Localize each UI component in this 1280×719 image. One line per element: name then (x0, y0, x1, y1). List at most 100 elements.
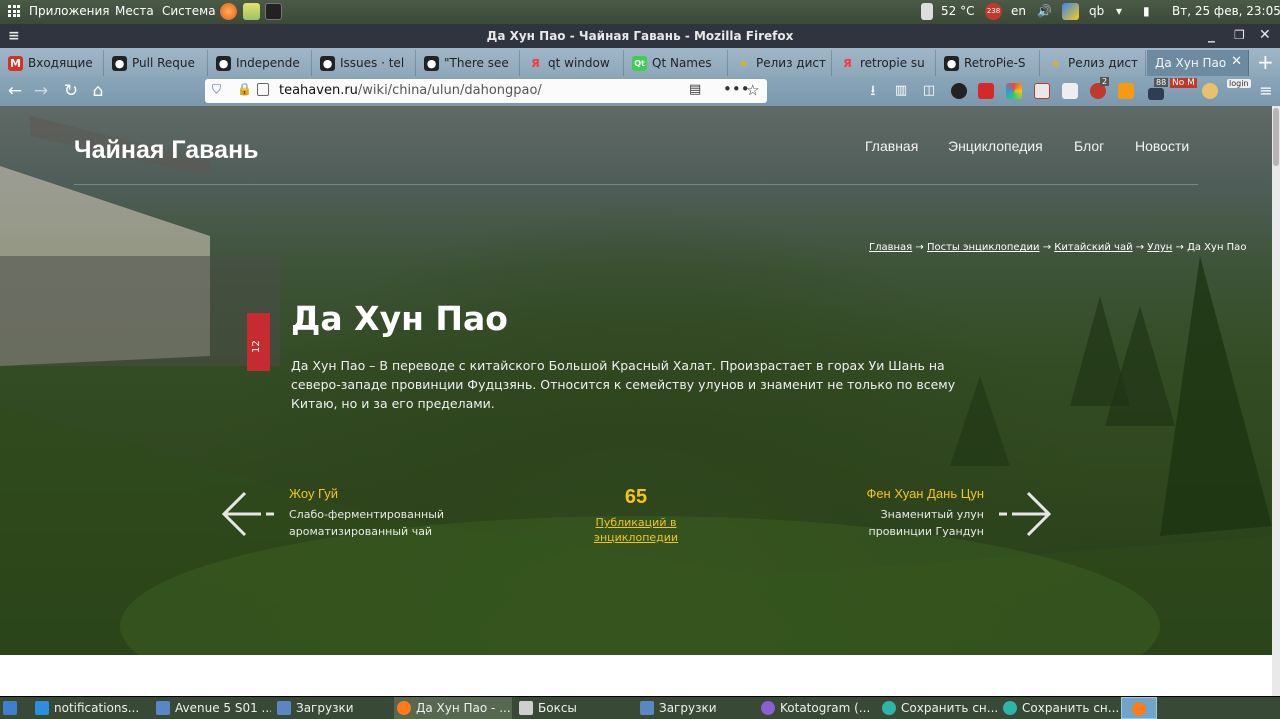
hamburger-menu-icon[interactable]: ≡ (1255, 80, 1277, 102)
reader-view-icon[interactable]: ▤ (689, 82, 701, 97)
breadcrumb-home[interactable]: Главная (869, 242, 912, 253)
ext-pen-icon[interactable] (978, 83, 994, 99)
volume-icon[interactable]: 🔊 (1037, 4, 1052, 18)
menu-item-blog[interactable]: Блог (1074, 138, 1104, 154)
publication-counter: 65 Публикаций в энциклопедии (590, 486, 682, 545)
back-icon[interactable]: ← (4, 80, 26, 102)
menu-applications[interactable]: Приложения (29, 4, 110, 18)
url-text[interactable]: teahaven.ru/wiki/china/ulun/dahongpao/ (279, 83, 542, 98)
files-launcher-icon[interactable] (243, 3, 260, 20)
download-icon[interactable]: ⭳ (862, 80, 884, 102)
publications-link-line[interactable]: энциклопедии (590, 530, 682, 545)
breadcrumb-chinese-tea[interactable]: Китайский чай (1054, 242, 1132, 253)
tab-6[interactable]: Qt Qt Names (624, 50, 728, 76)
menu-places[interactable]: Места (115, 4, 154, 18)
task-kotatogram[interactable]: Kotatogram (... (758, 697, 876, 719)
reload-icon[interactable]: ↻ (60, 80, 82, 102)
page-scrollbar[interactable] (1272, 106, 1280, 696)
tab-label: Pull Reque (132, 56, 195, 70)
publications-link-line[interactable]: Публикаций в (590, 515, 682, 530)
ext-box-icon[interactable] (1148, 88, 1164, 100)
battery-icon[interactable]: ▮ (1143, 4, 1150, 18)
menu-item-encyclopedia[interactable]: Энциклопедия (948, 138, 1043, 154)
next-subtitle-line: Знаменитый улун (880, 508, 984, 521)
tab-3[interactable]: ● Issues · tel (312, 50, 416, 76)
task-firefox-active[interactable]: Да Хун Пао - ... (394, 697, 512, 719)
new-tab-icon[interactable]: + (1257, 50, 1274, 74)
breadcrumb-sep: → (1042, 242, 1052, 253)
breadcrumb-posts[interactable]: Посты энциклопедии (927, 242, 1040, 253)
page-viewport: Чайная Гавань Главная Энциклопедия Блог … (0, 106, 1272, 696)
breadcrumb-oolong[interactable]: Улун (1147, 242, 1172, 253)
tab-2[interactable]: ● Independe (208, 50, 312, 76)
clock[interactable]: Вт, 25 фев, 23:05 (1172, 4, 1280, 18)
minimize-icon[interactable]: _ (1208, 27, 1215, 43)
task-downloads[interactable]: Загрузки (274, 697, 392, 719)
login-button[interactable]: login (1227, 79, 1251, 88)
task-label: Загрузки (296, 701, 354, 715)
tab-7[interactable]: ★ Релиз дист (728, 50, 832, 76)
menu-item-news[interactable]: Новости (1135, 138, 1189, 154)
task-vscode[interactable]: notifications... (32, 697, 150, 719)
task-menu[interactable] (0, 697, 26, 719)
ext-nom-badge[interactable]: No M (1170, 78, 1197, 88)
wifi-icon[interactable]: ▾ (1116, 4, 1122, 18)
task-boxes[interactable]: Боксы (516, 697, 634, 719)
next-article-link[interactable]: Фен Хуан Дань Цун Знаменитый улун провин… (814, 486, 984, 540)
prev-arrow-icon[interactable] (221, 490, 277, 538)
ext-dino-icon[interactable] (1118, 83, 1134, 99)
tab-4[interactable]: ● "There see (416, 50, 520, 76)
ext-color-icon[interactable] (1006, 83, 1022, 99)
tab-label: Independe (236, 56, 300, 70)
menu-item-home[interactable]: Главная (865, 138, 918, 154)
task-downloads-2[interactable]: Загрузки (637, 697, 755, 719)
site-logo-title[interactable]: Чайная Гавань (74, 136, 259, 165)
sidebar-icon[interactable]: ◫ (918, 80, 940, 102)
library-icon[interactable]: ▥ (890, 80, 912, 102)
tab-label: Issues · tel (340, 56, 405, 70)
menu-system[interactable]: Система (162, 4, 216, 18)
app-tray-icon[interactable] (1062, 3, 1079, 20)
ext-spy-icon[interactable] (951, 83, 967, 99)
tab-0[interactable]: M Входящие (0, 50, 104, 76)
next-title[interactable]: Фен Хуан Дань Цун (814, 486, 984, 501)
prev-title[interactable]: Жоу Гуй (289, 486, 459, 501)
tab-11-active[interactable]: Да Хун Пао ✕ (1147, 50, 1249, 76)
maximize-icon[interactable]: ❐ (1234, 28, 1245, 42)
ext-face-icon[interactable] (1202, 83, 1218, 99)
forward-icon[interactable]: → (30, 80, 52, 102)
vscode-icon (35, 701, 49, 715)
ext-calendar-icon[interactable] (1034, 83, 1050, 99)
scrollbar-thumb[interactable] (1273, 108, 1279, 166)
close-tab-icon[interactable]: ✕ (1231, 54, 1242, 69)
terminal-launcher-icon[interactable] (265, 3, 282, 20)
firefox-launcher-icon[interactable] (220, 3, 237, 20)
breadcrumb-sep: → (915, 242, 924, 253)
ext-house-icon[interactable] (1062, 83, 1078, 99)
url-bar[interactable]: ⛉ 🔒 teahaven.ru/wiki/china/ulun/dahongpa… (205, 79, 767, 103)
task-screenshot-2[interactable]: Сохранить сн... (1000, 697, 1118, 719)
task-screenshot-1[interactable]: Сохранить сн... (879, 697, 997, 719)
apps-grid-icon[interactable] (8, 5, 20, 17)
shield-icon[interactable]: ⛉ (212, 82, 221, 97)
prev-article-link[interactable]: Жоу Гуй Слабо-ферментированный ароматизи… (289, 486, 459, 540)
tab-8[interactable]: Яretropie su (832, 50, 936, 76)
insecure-lock-icon[interactable]: 🔒 (237, 82, 252, 96)
publications-link[interactable]: Публикаций в энциклопедии (590, 515, 682, 545)
task-firefox-launcher[interactable] (1121, 697, 1157, 719)
yandex-icon: Я (843, 57, 852, 70)
tab-10[interactable]: ★ Релиз дист (1040, 50, 1146, 76)
notification-badge-icon[interactable]: 238 (985, 3, 1002, 20)
task-folder-avenue[interactable]: Avenue 5 S01 ... (153, 697, 271, 719)
temperature-readout: 52 °C (941, 4, 975, 18)
close-window-icon[interactable]: ✕ (1259, 27, 1271, 43)
prev-subtitle: Слабо-ферментированный ароматизированный… (289, 506, 459, 540)
tab-9[interactable]: ● RetroPie-S (936, 50, 1040, 76)
bookmark-star-icon[interactable]: ☆ (746, 81, 759, 99)
keyboard-layout[interactable]: en (1011, 4, 1026, 18)
home-icon[interactable]: ⌂ (87, 80, 109, 102)
next-arrow-icon[interactable] (996, 490, 1052, 538)
tab-5[interactable]: Яqt window (520, 50, 624, 76)
tab-1[interactable]: ● Pull Reque (104, 50, 208, 76)
qbittorrent-icon[interactable]: qb (1089, 4, 1104, 18)
